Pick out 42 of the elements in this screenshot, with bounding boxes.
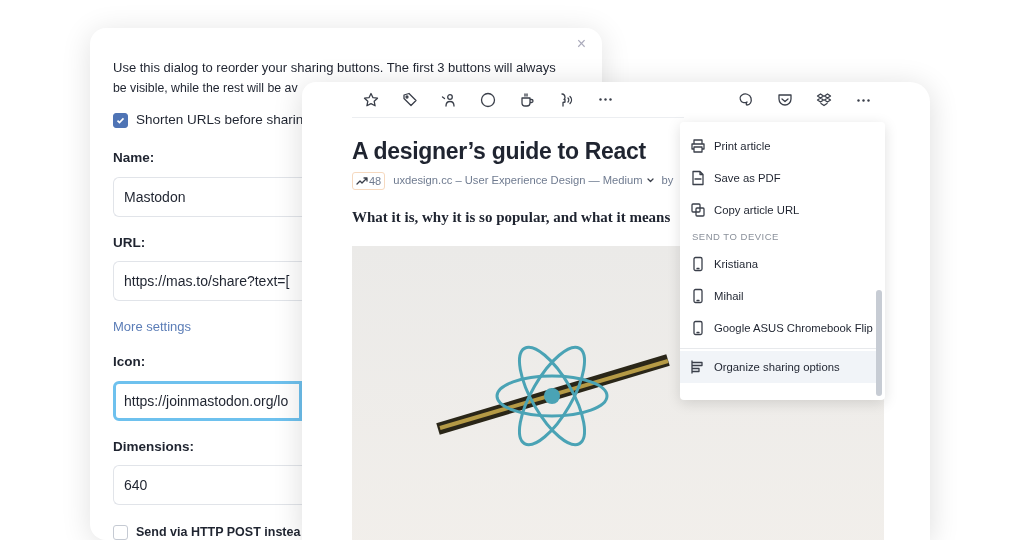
byline-text: by [661, 173, 674, 189]
menu-item[interactable]: Organize sharing options [680, 351, 879, 384]
trend-icon [356, 176, 368, 185]
input-field[interactable]: Mastodon [113, 176, 302, 217]
input-field[interactable]: https://mas.to/share?text=[ [113, 260, 302, 301]
checkbox[interactable] [113, 112, 128, 128]
phone-icon [690, 288, 706, 305]
circle-icon [480, 91, 496, 108]
field-label: Dimensions: [113, 437, 195, 456]
boxes-icon [816, 92, 832, 108]
field-label: Icon: [113, 353, 147, 372]
checkbox[interactable] [113, 524, 128, 540]
field-label: Name: [113, 149, 156, 168]
article-title: A designer’s guide to React [352, 137, 646, 166]
people-icon [441, 91, 457, 108]
cup-icon [519, 91, 535, 108]
scrollbar[interactable] [876, 290, 882, 396]
phone-icon [690, 256, 706, 273]
source-dropdown[interactable]: uxdesign.cc – User Experience Design — Medium [393, 172, 654, 190]
checkbox-label: Send via HTTP POST instea [136, 523, 301, 540]
section-header: SEND TO DEVICE [691, 230, 780, 244]
article-subtitle: What it is, why it is so popular, and what it means [352, 208, 671, 227]
intro-text: be visible, while the rest will be av [113, 80, 298, 97]
copy-icon [690, 202, 706, 218]
field-label: URL: [113, 233, 147, 252]
star-icon [363, 91, 379, 108]
more-settings-link[interactable]: More settings [113, 316, 192, 337]
caret-icon [646, 178, 654, 184]
input-field[interactable]: 640 [113, 464, 302, 505]
more-icon [856, 98, 870, 102]
checkmark-icon [116, 115, 125, 125]
more-icon [598, 98, 612, 101]
printer-icon [690, 138, 706, 154]
phone-icon [690, 320, 706, 337]
document-icon [690, 170, 706, 186]
align-icon [690, 359, 706, 376]
pocket-icon [777, 92, 793, 108]
input-field[interactable]: https://joinmastodon.org/lo [113, 380, 302, 421]
tag-icon [402, 91, 418, 108]
trend-badge: 48 [352, 171, 386, 190]
checkbox-label: Shorten URLs before sharin [136, 111, 304, 129]
intro-text: Use this dialog to reorder your sharing buttons. The first 3 buttons will always [113, 59, 556, 77]
